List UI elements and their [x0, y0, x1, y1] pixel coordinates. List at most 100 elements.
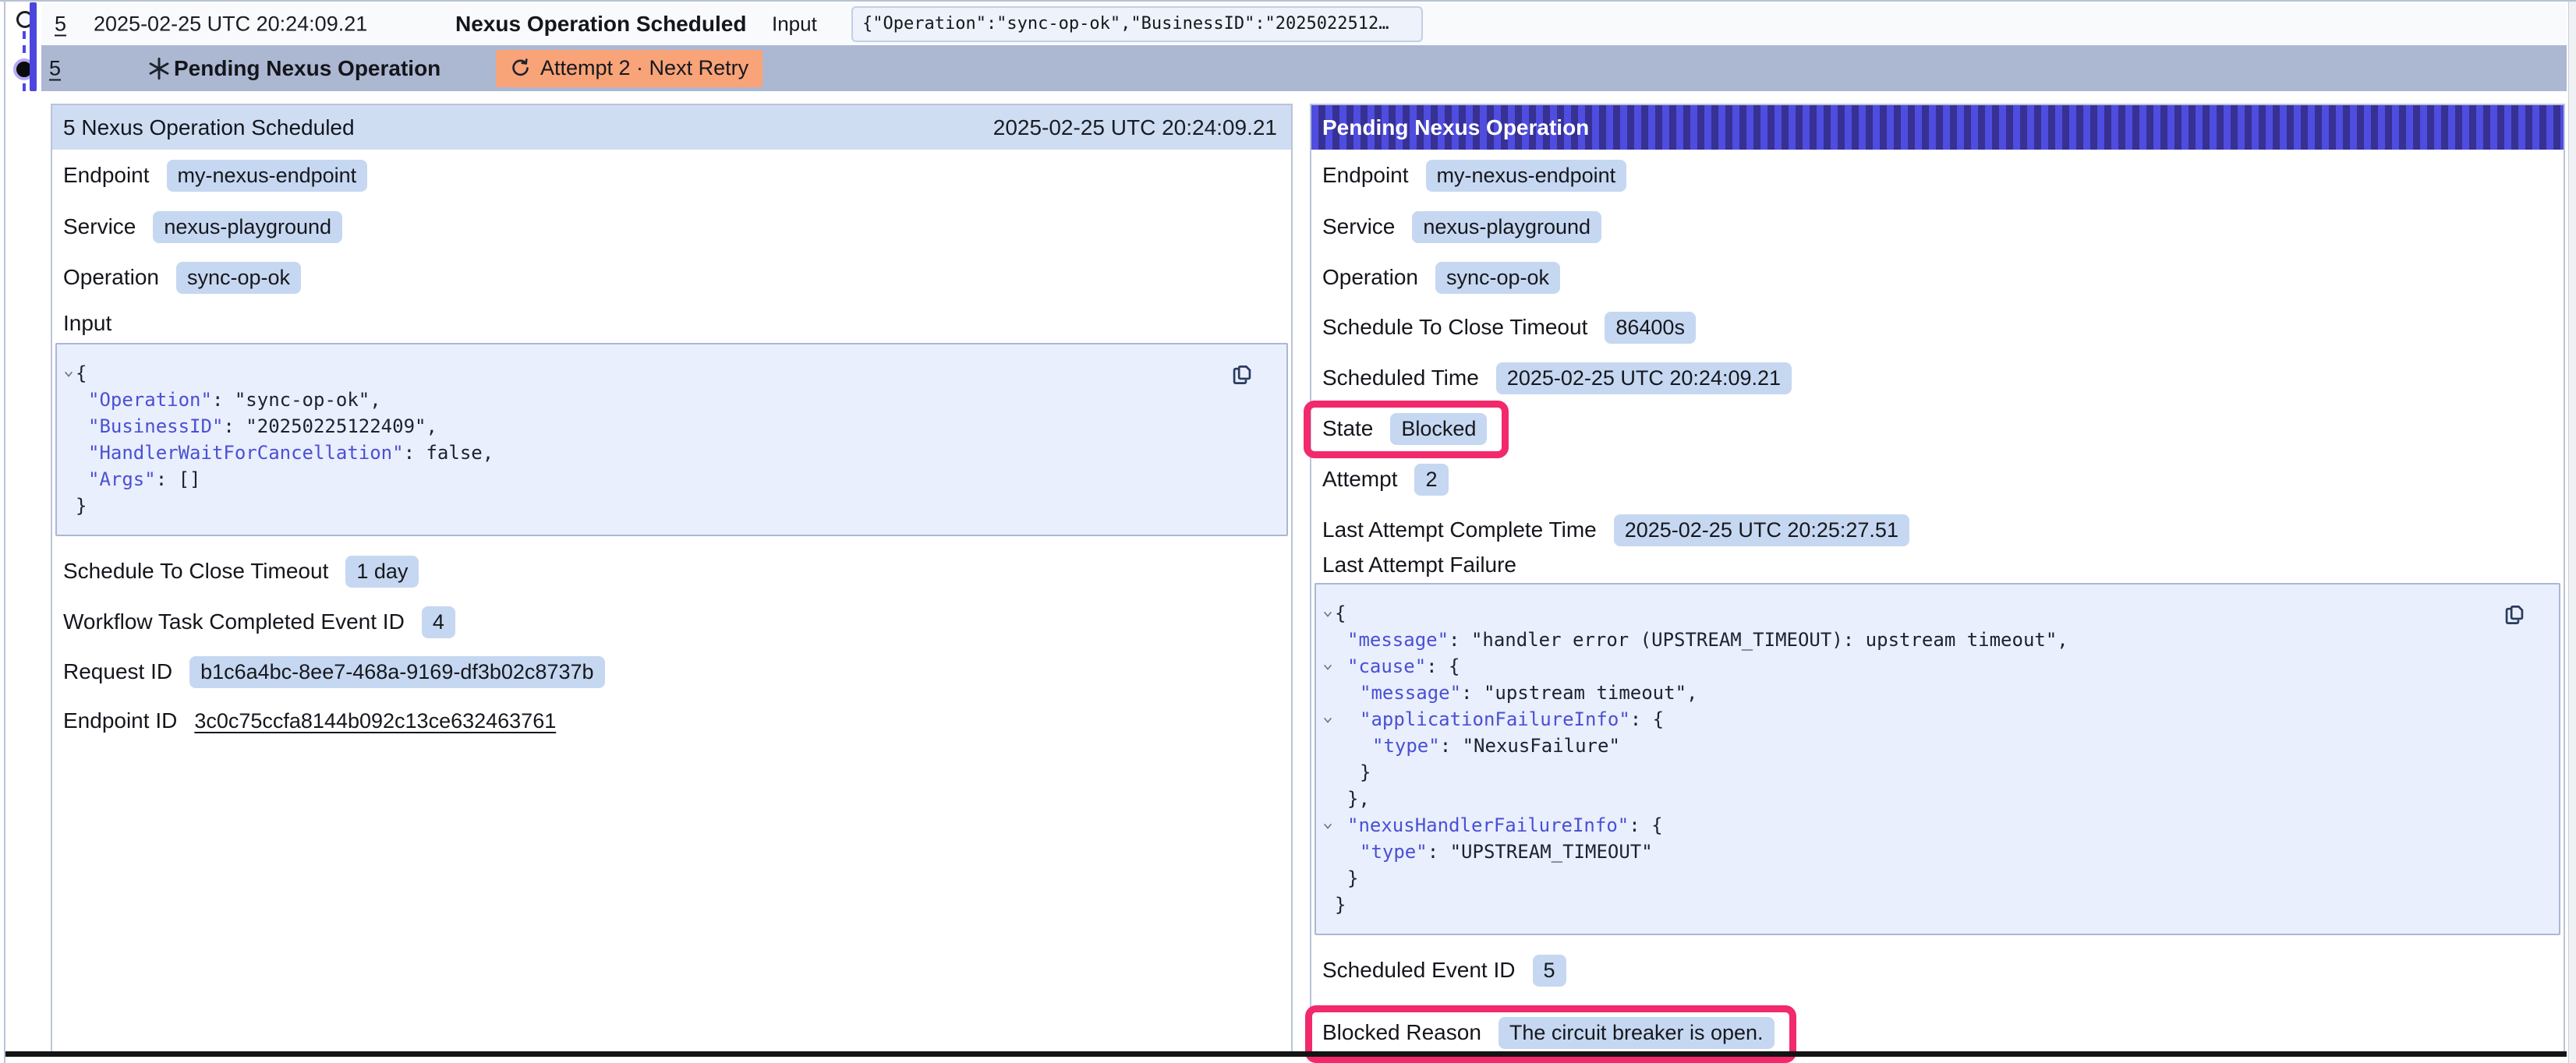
input-json-viewer: { "Operation": "sync-op-ok","BusinessID":… — [55, 343, 1288, 536]
field-row-scheduled-event-id: Scheduled Event ID 5 — [1322, 952, 1566, 988]
field-label: Schedule To Close Timeout — [1322, 315, 1587, 340]
json-code-line: "type": "NexusFailure" — [1316, 733, 2559, 759]
json-text: : "UPSTREAM_TIMEOUT" — [1428, 841, 1653, 863]
field-value-chip: my-nexus-endpoint — [1426, 160, 1627, 192]
scrollbar-gutter[interactable] — [2568, 2, 2576, 1063]
event-id-link[interactable]: 5 — [55, 12, 66, 37]
collapse-chevron-icon[interactable] — [1322, 653, 1335, 680]
field-row-blocked-reason: Blocked Reason The circuit breaker is op… — [1322, 1015, 1775, 1051]
page-left-border — [4, 0, 5, 1063]
field-row-wft-completed-event-id: Workflow Task Completed Event ID 4 — [63, 604, 455, 640]
timeline-connector — [23, 31, 26, 57]
field-value-chip: 2025-02-25 UTC 20:24:09.21 — [1496, 362, 1792, 394]
event-detail-header: 5 Nexus Operation Scheduled 2025-02-25 U… — [52, 105, 1291, 150]
json-text: : "NexusFailure" — [1440, 735, 1620, 757]
field-label: Workflow Task Completed Event ID — [63, 609, 405, 634]
field-value-chip: 86400s — [1605, 312, 1696, 344]
field-value-chip: b1c6a4bc-8ee7-468a-9169-df3b02c8737b — [189, 656, 604, 688]
field-label: Attempt — [1322, 467, 1397, 492]
field-row-operation: Operation sync-op-ok — [1322, 260, 1560, 295]
failure-section-label: Last Attempt Failure — [1322, 553, 1516, 577]
field-label: Service — [1322, 214, 1395, 239]
state-value-chip: Blocked — [1390, 413, 1487, 445]
collapse-chevron-icon[interactable] — [1322, 600, 1335, 627]
json-code-line: "Operation": "sync-op-ok", — [57, 387, 1286, 413]
field-value-chip: my-nexus-endpoint — [167, 160, 368, 192]
json-key: "message" — [1347, 629, 1449, 651]
json-text: { — [1335, 602, 1346, 624]
field-row-last-attempt-complete-time: Last Attempt Complete Time 2025-02-25 UT… — [1322, 512, 1909, 548]
json-text: : "upstream timeout", — [1461, 682, 1697, 704]
json-key: "HandlerWaitForCancellation" — [88, 442, 404, 464]
field-row-schedule-to-close: Schedule To Close Timeout 1 day — [63, 553, 419, 589]
json-key: "cause" — [1347, 655, 1426, 677]
field-value-chip: sync-op-ok — [1435, 262, 1560, 294]
field-row-operation: Operation sync-op-ok — [63, 260, 301, 295]
field-label: Last Attempt Complete Time — [1322, 517, 1597, 542]
json-code-line: } — [1316, 865, 2559, 892]
json-text: : { — [1426, 655, 1460, 677]
field-row-scheduled-time: Scheduled Time 2025-02-25 UTC 20:24:09.2… — [1322, 360, 1792, 396]
input-section-label: Input — [63, 312, 111, 335]
page-top-border — [0, 0, 2576, 2]
json-code-line: } — [57, 493, 1286, 519]
field-row-service: Service nexus-playground — [1322, 209, 1601, 245]
event-row-pending[interactable]: 5 Pending Nexus Operation Attempt 2 · Ne… — [41, 45, 2567, 91]
json-key: "nexusHandlerFailureInfo" — [1347, 814, 1629, 836]
field-value-chip: 2025-02-25 UTC 20:25:27.51 — [1614, 514, 1909, 546]
field-row-schedule-to-close: Schedule To Close Timeout 86400s — [1322, 309, 1696, 345]
copy-button[interactable] — [1229, 362, 1255, 388]
pending-id-link[interactable]: 5 — [49, 56, 61, 80]
pending-operation-panel: Pending Nexus Operation Endpoint my-nexu… — [1310, 104, 2565, 1054]
field-value-chip: 5 — [1533, 955, 1566, 987]
field-label: Endpoint ID — [63, 708, 177, 733]
json-text: : [] — [156, 468, 201, 490]
field-value-chip: nexus-playground — [153, 211, 342, 243]
json-code-line: "BusinessID": "20250225122409", — [57, 413, 1286, 440]
event-history-page: 5 2025-02-25 UTC 20:24:09.21 Nexus Opera… — [0, 0, 2576, 1063]
json-code-line: "message": "upstream timeout", — [1316, 680, 2559, 706]
json-key: "applicationFailureInfo" — [1360, 708, 1630, 730]
field-row-endpoint: Endpoint my-nexus-endpoint — [63, 157, 367, 193]
field-value-chip: 2 — [1414, 464, 1448, 496]
field-row-endpoint-id: Endpoint ID 3c0c75ccfa8144b092c13ce63246… — [63, 703, 556, 739]
section-bottom-divider — [5, 1051, 2567, 1057]
json-text: : "handler error (UPSTREAM_TIMEOUT): ups… — [1449, 629, 2068, 651]
endpoint-id-link[interactable]: 3c0c75ccfa8144b092c13ce632463761 — [194, 709, 556, 733]
collapse-chevron-icon[interactable] — [1322, 706, 1335, 733]
field-label: Endpoint — [63, 163, 150, 188]
event-row-scheduled[interactable]: 5 2025-02-25 UTC 20:24:09.21 Nexus Opera… — [41, 3, 2567, 45]
json-key: "type" — [1372, 735, 1440, 757]
field-label: Operation — [63, 265, 159, 290]
selected-events-indicator-bar — [30, 2, 37, 91]
field-label: Blocked Reason — [1322, 1020, 1481, 1045]
retry-badge-label: Attempt 2 · Next Retry — [540, 56, 748, 80]
json-key: "Args" — [88, 468, 156, 490]
collapse-chevron-icon[interactable] — [1322, 812, 1335, 839]
json-text: : false, — [404, 442, 494, 464]
pending-operation-header: Pending Nexus Operation — [1311, 105, 2564, 150]
json-code-line: "message": "handler error (UPSTREAM_TIME… — [1316, 627, 2559, 653]
json-code-line: "nexusHandlerFailureInfo": { — [1316, 812, 2559, 839]
field-row-state: State Blocked — [1322, 411, 1487, 447]
event-detail-header-time: 2025-02-25 UTC 20:24:09.21 — [993, 115, 1277, 140]
json-code-line: "HandlerWaitForCancellation": false, — [57, 440, 1286, 466]
field-value-chip: 4 — [422, 606, 455, 638]
json-text: } — [76, 495, 87, 517]
json-text: : "sync-op-ok", — [212, 389, 381, 411]
field-value-chip: sync-op-ok — [176, 262, 301, 294]
json-code-line: "Args": [] — [57, 466, 1286, 493]
json-text: { — [76, 362, 87, 384]
json-key: "type" — [1360, 841, 1428, 863]
json-key: "message" — [1360, 682, 1461, 704]
json-key: "BusinessID" — [88, 415, 223, 437]
field-label: Schedule To Close Timeout — [63, 559, 328, 584]
json-code-line: }, — [1316, 786, 2559, 812]
nexus-operation-icon — [147, 56, 172, 81]
collapse-chevron-icon[interactable] — [63, 360, 76, 387]
json-text: : { — [1630, 708, 1664, 730]
copy-button[interactable] — [2501, 602, 2528, 628]
field-value-chip: nexus-playground — [1412, 211, 1601, 243]
field-row-attempt: Attempt 2 — [1322, 461, 1449, 497]
event-title: Nexus Operation Scheduled — [455, 12, 746, 37]
